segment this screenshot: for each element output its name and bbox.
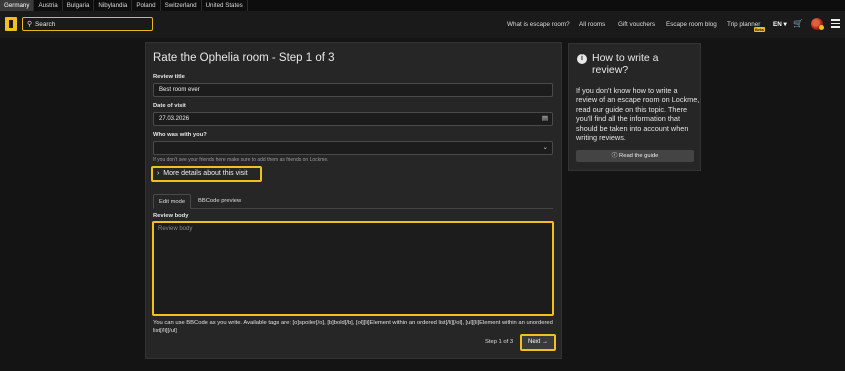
country-austria[interactable]: Austria	[34, 0, 63, 11]
info-icon: i	[577, 54, 587, 64]
date-field[interactable]: 27.03.2026 ▤	[153, 112, 553, 126]
who-hint: If you don't see your friends here make …	[153, 157, 329, 163]
country-bar: Germany Austria Bulgaria Nibylandia Pola…	[0, 0, 845, 11]
lockme-logo[interactable]	[5, 17, 17, 31]
page-title: Rate the Ophelia room - Step 1 of 3	[153, 52, 335, 64]
info-small-icon: ⓘ	[611, 153, 618, 159]
beta-badge: Beta	[754, 27, 765, 32]
hamburger-menu-icon[interactable]	[831, 19, 840, 30]
next-button[interactable]: Next →	[520, 334, 556, 351]
who-select[interactable]: ⌄	[153, 141, 553, 155]
nav-all-rooms[interactable]: All rooms	[579, 11, 605, 38]
nav-what-is-escape-room[interactable]: What is escape room?	[507, 11, 570, 38]
guide-text: If you don't know how to write a review …	[576, 86, 700, 143]
search-box[interactable]: ⚲	[22, 17, 153, 31]
review-body-wrapper	[152, 221, 554, 316]
date-label: Date of visit	[153, 103, 186, 109]
read-guide-label: Read the guide	[619, 153, 659, 159]
nav-blog[interactable]: Escape room blog	[666, 11, 717, 38]
language-selector[interactable]: EN ▾	[773, 11, 787, 38]
who-label: Who was with you?	[153, 132, 207, 138]
read-guide-button[interactable]: ⓘ Read the guide	[576, 150, 694, 162]
country-bulgaria[interactable]: Bulgaria	[63, 0, 95, 11]
nav-gift-vouchers[interactable]: Gift vouchers	[618, 11, 655, 38]
bbcode-help: You can use BBCode as you write. Availab…	[153, 320, 553, 334]
calendar-icon[interactable]: ▤	[542, 113, 548, 125]
guide-card: i How to write a review? If you don't kn…	[568, 43, 701, 171]
more-details-label: More details about this visit	[163, 170, 248, 177]
chevron-down-icon: ⌄	[542, 144, 548, 151]
review-form-card: Rate the Ophelia room - Step 1 of 3 Revi…	[145, 42, 562, 359]
notification-dot	[819, 25, 824, 30]
country-germany[interactable]: Germany	[0, 0, 35, 11]
chevron-right-icon: ›	[157, 170, 160, 177]
next-label: Next	[527, 339, 541, 345]
nav-trip-planner[interactable]: Trip planner	[727, 11, 760, 38]
search-input[interactable]	[35, 19, 150, 29]
review-title-label: Review title	[153, 74, 185, 80]
guide-title: How to write a review?	[592, 52, 659, 76]
review-title-field[interactable]: Best room ever	[153, 83, 553, 97]
review-body-label: Review body	[153, 213, 189, 219]
tab-bbcode-preview[interactable]: BBCode preview	[193, 194, 246, 209]
language-label: EN	[773, 21, 782, 28]
editor-tabs: Edit mode BBCode preview	[153, 194, 553, 209]
step-indicator: Step 1 of 3	[485, 339, 514, 345]
country-switzerland[interactable]: Switzerland	[161, 0, 202, 11]
search-icon: ⚲	[27, 21, 33, 28]
more-details-toggle[interactable]: › More details about this visit	[151, 166, 262, 182]
chevron-down-icon: ▾	[783, 21, 787, 28]
country-united-states[interactable]: United States	[202, 0, 248, 11]
top-nav: ⚲ What is escape room? All rooms Gift vo…	[0, 11, 845, 38]
country-nibylandia[interactable]: Nibylandia	[94, 0, 133, 11]
date-value: 27.03.2026	[159, 116, 190, 122]
country-poland[interactable]: Poland	[132, 0, 161, 11]
arrow-right-icon: →	[542, 339, 548, 345]
tab-edit-mode[interactable]: Edit mode	[153, 194, 192, 209]
review-body-input[interactable]	[154, 223, 552, 314]
cart-icon[interactable]: 🛒	[793, 19, 803, 28]
